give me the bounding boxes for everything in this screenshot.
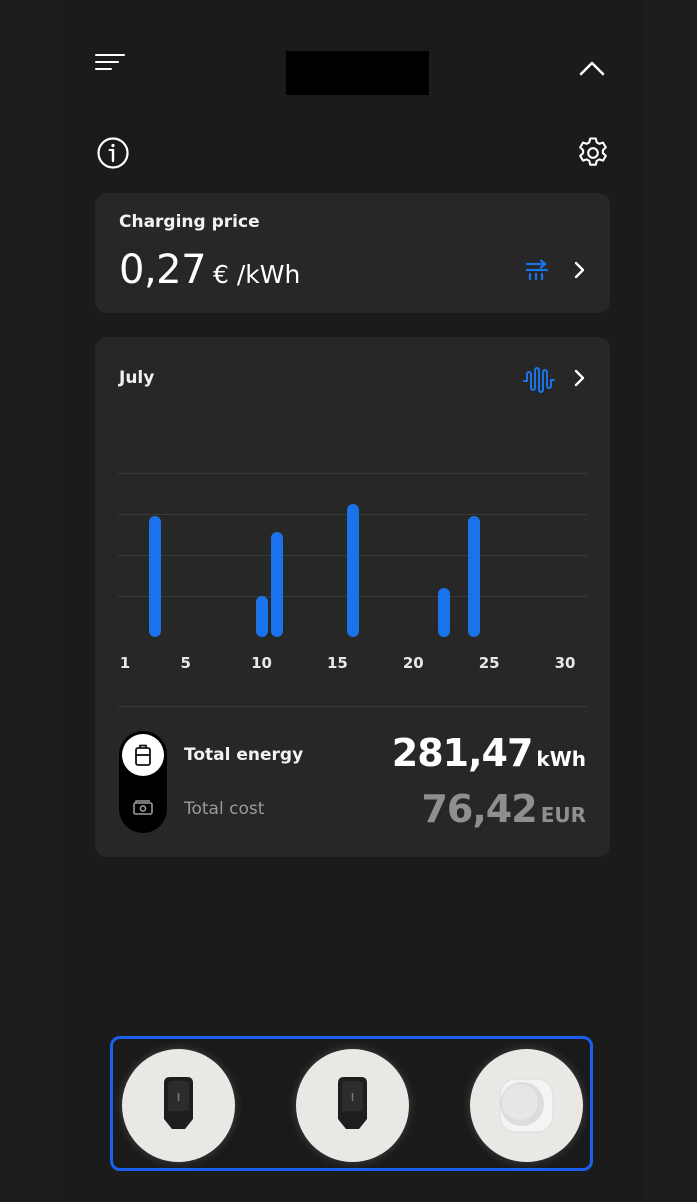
total-cost-unit: EUR [540,803,586,827]
toggle-knob[interactable] [122,734,164,776]
wallet-icon [133,800,153,815]
x-tick-label: 30 [554,654,576,672]
redacted-title [286,51,429,95]
energy-bar-chart: 1 5 10 15 20 25 30 [95,337,610,697]
monthly-stats-card: July 1 5 10 15 20 25 30 Total energy Tot… [95,337,610,857]
total-energy-number: 281,47 [391,731,534,775]
total-energy-unit: kWh [536,747,586,771]
round-device-icon [499,1078,554,1133]
total-energy-value: 281,47 kWh [392,731,586,775]
charging-price-value: 0,27 [119,247,207,293]
wallbox-charger-2[interactable] [296,1049,409,1162]
device-selector [110,1036,593,1171]
app-screen: Charging price 0,27 € /kWh July 1 5 10 1… [0,0,697,1202]
info-icon[interactable] [96,136,130,170]
left-edge [0,0,58,1202]
chart-bar [346,503,359,637]
chart-bar [467,516,480,637]
chevron-right-icon[interactable] [573,260,587,280]
chart-bar [149,516,162,637]
charging-price-label: Charging price [119,212,260,232]
battery-icon [135,744,151,766]
x-tick-label: 1 [119,654,131,672]
total-cost-label: Total cost [184,799,265,819]
charging-price-card[interactable]: Charging price 0,27 € /kWh [95,193,610,313]
energy-cost-toggle[interactable] [119,731,167,833]
wallbox-icon [338,1077,367,1129]
x-tick-label: 20 [402,654,424,672]
wallbox-icon [164,1077,193,1129]
chart-bar [270,532,283,637]
x-tick-label: 10 [251,654,272,672]
gear-icon[interactable] [575,134,611,170]
chart-bar [437,587,450,637]
x-tick-label: 25 [478,654,500,672]
charging-price-unit: € /kWh [213,260,301,289]
cost-option[interactable] [122,787,164,829]
chevron-up-icon[interactable] [578,56,606,80]
total-cost-number: 76,42 [421,787,537,831]
total-energy-label: Total energy [184,745,304,765]
chart-bar [255,596,268,637]
wallbox-charger-1[interactable] [122,1049,235,1162]
round-charger[interactable] [470,1049,583,1162]
menu-icon[interactable] [95,54,125,72]
x-tick-label: 15 [326,654,348,672]
divider [118,706,587,707]
total-cost-value: 76,42 EUR [421,787,586,831]
right-edge [645,0,697,1202]
gridline [118,473,587,474]
tariff-icon[interactable] [525,259,551,281]
x-tick-label: 5 [180,654,191,672]
